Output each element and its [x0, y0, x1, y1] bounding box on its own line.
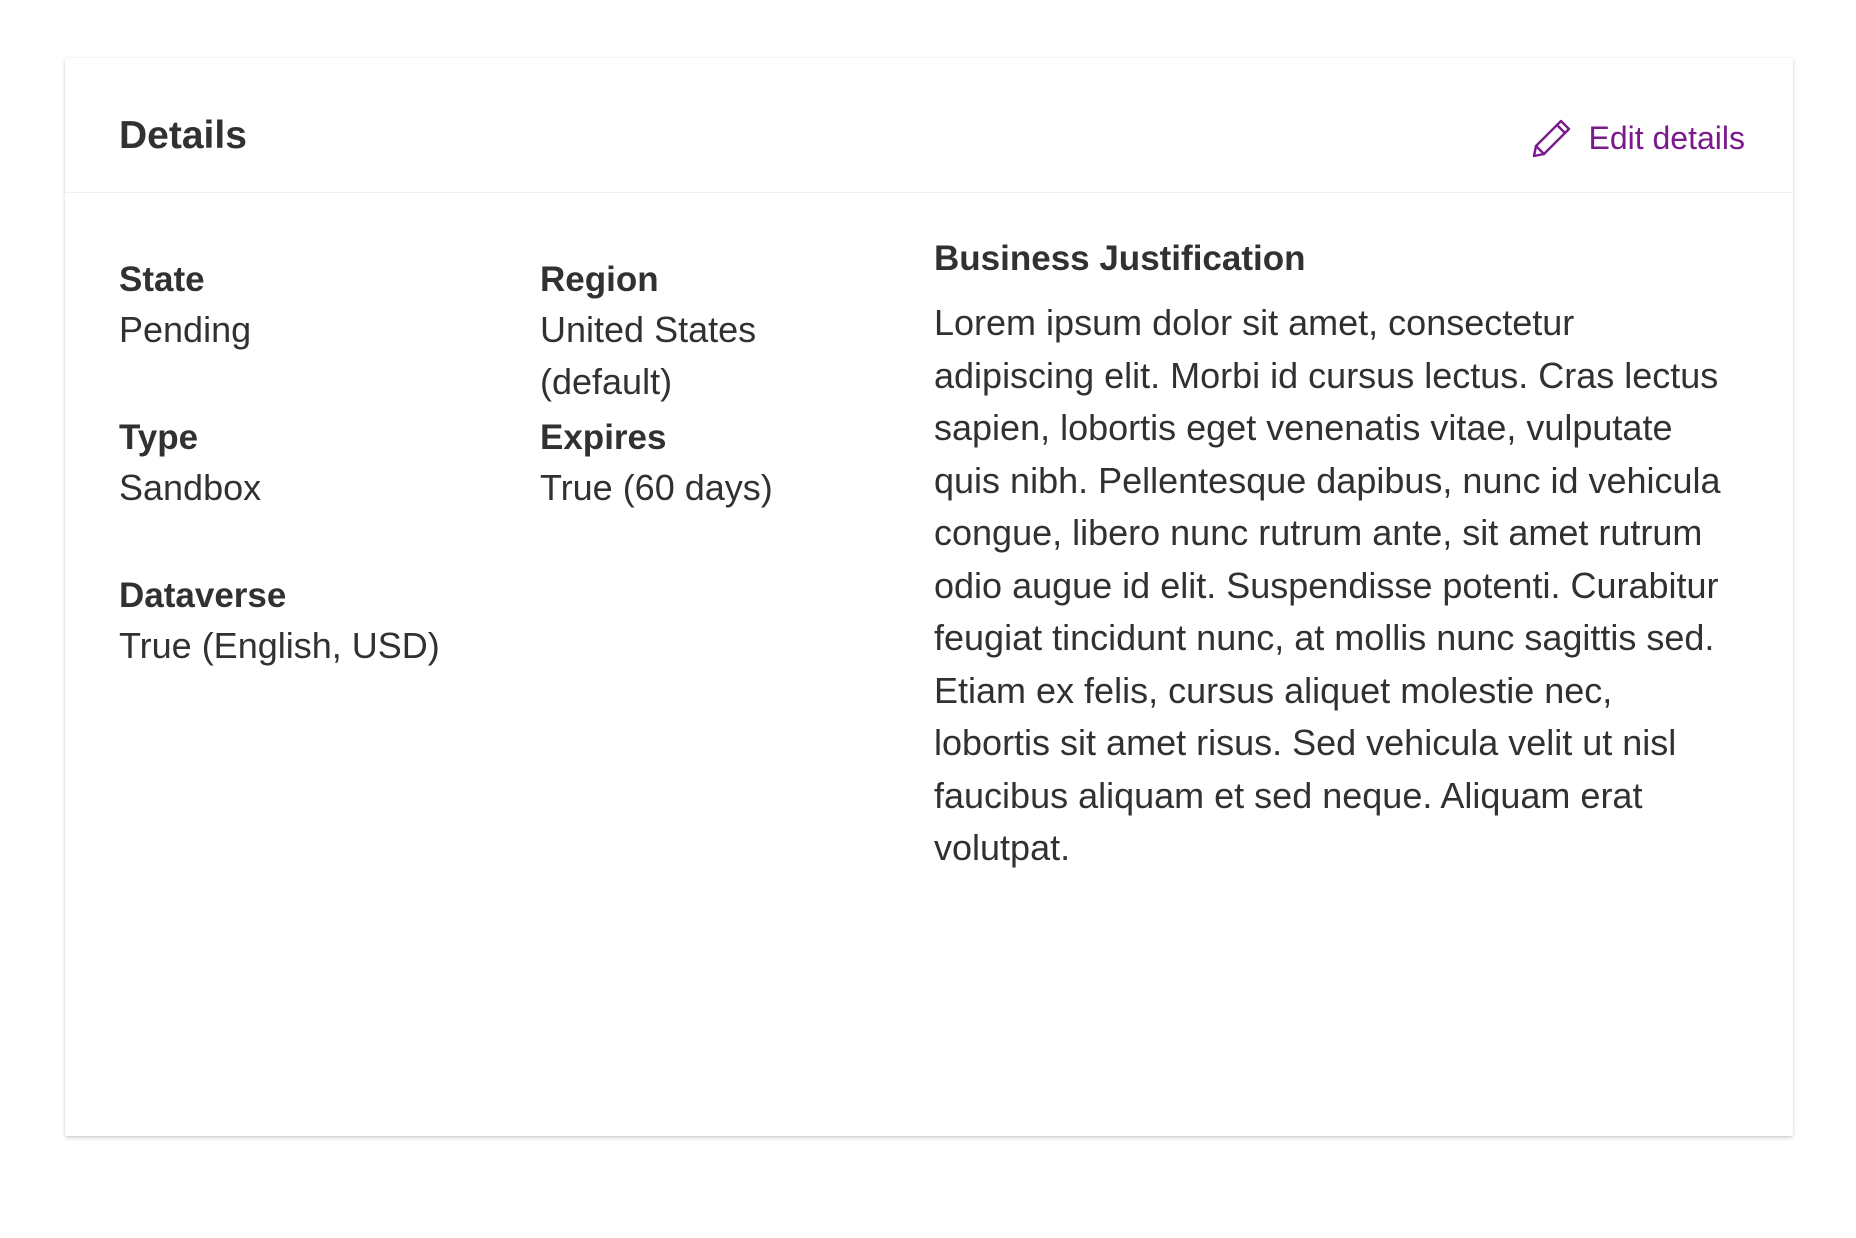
- page-title: Details: [119, 114, 247, 157]
- field-type-value: Sandbox: [119, 467, 262, 508]
- field-expires-label: Expires: [540, 418, 667, 457]
- field-expires: Expires True (60 days): [540, 414, 860, 514]
- edit-details-button[interactable]: Edit details: [1530, 114, 1745, 162]
- field-state: State Pending: [119, 256, 479, 356]
- business-justification: Business Justification Lorem ipsum dolor…: [934, 235, 1734, 875]
- field-expires-value: True (60 days): [540, 467, 773, 508]
- details-card: Details Edit details State Pending Regio…: [65, 58, 1793, 1136]
- field-state-value: Pending: [119, 309, 252, 350]
- field-dataverse: Dataverse True (English, USD): [119, 572, 519, 672]
- field-region-value: United States (default): [540, 309, 757, 402]
- field-dataverse-value: True (English, USD): [119, 625, 440, 666]
- business-justification-text: Lorem ipsum dolor sit amet, consectetur …: [934, 302, 1721, 868]
- field-region-label: Region: [540, 260, 659, 299]
- card-header: Details Edit details: [65, 58, 1793, 193]
- field-region: Region United States (default): [540, 256, 810, 408]
- business-justification-label: Business Justification: [934, 239, 1306, 278]
- pencil-icon: [1530, 116, 1574, 160]
- field-type-label: Type: [119, 418, 199, 457]
- field-state-label: State: [119, 260, 205, 299]
- field-dataverse-label: Dataverse: [119, 576, 287, 615]
- field-type: Type Sandbox: [119, 414, 479, 514]
- edit-details-label: Edit details: [1588, 119, 1745, 156]
